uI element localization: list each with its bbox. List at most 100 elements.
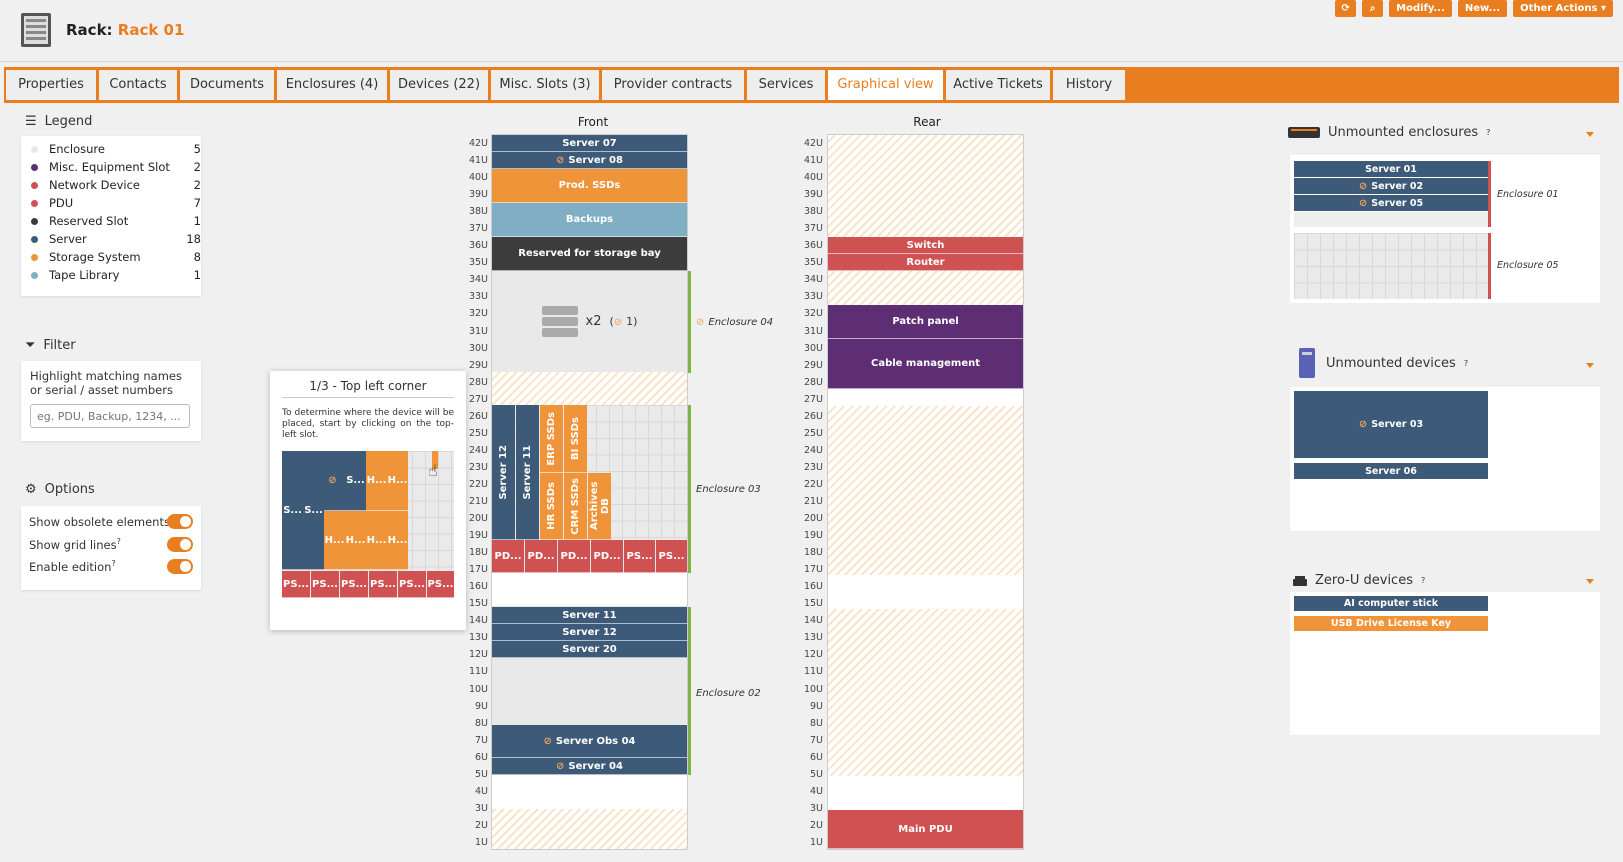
enclosure-04-bar	[688, 271, 691, 373]
tab-history[interactable]: History	[1053, 70, 1125, 100]
device-ai-computer-stick[interactable]: AI computer stick	[1294, 596, 1488, 612]
tab-documents[interactable]: Documents	[180, 70, 274, 100]
preview-label: PS...	[283, 578, 309, 590]
device-server-12a[interactable]: Server 12	[492, 405, 515, 540]
enclosure-04[interactable]: x2 (⊘ 1)	[492, 271, 687, 372]
device-archives-db[interactable]: Archives DB	[588, 473, 611, 540]
legend-header: ☰ Legend	[25, 114, 92, 129]
enclosure-01[interactable]: Server 01 ⊘ Server 02 ⊘ Server 05	[1294, 161, 1488, 227]
device-server-obs-04[interactable]: ⊘ Server Obs 04	[492, 725, 687, 758]
enclosure-03[interactable]: Server 12 Server 11 ERP SSDs BI SSDs HR …	[492, 405, 687, 573]
device-server-20[interactable]: Server 20	[492, 641, 687, 658]
device-pdu[interactable]: PD...	[558, 540, 590, 573]
device-label: Archives DB	[588, 481, 611, 531]
enclosure-05[interactable]	[1294, 233, 1488, 299]
device-pdu[interactable]: PD...	[525, 540, 557, 573]
device-switch[interactable]: Switch	[828, 237, 1023, 254]
device-label: Server 11	[522, 444, 533, 500]
device-server-11[interactable]: Server 11	[492, 607, 687, 624]
refresh-button[interactable]: ⟳	[1335, 0, 1357, 17]
other-actions-button[interactable]: Other Actions ▾	[1513, 0, 1613, 17]
empty-slot[interactable]	[492, 775, 687, 809]
legend-item[interactable]: Storage System 8	[31, 248, 201, 266]
modify-button[interactable]: Modify...	[1389, 0, 1452, 17]
rear-unit-label: 22U	[803, 478, 823, 490]
empty-slot[interactable]	[828, 389, 1023, 406]
eye-slash-icon: ⊘	[543, 735, 552, 747]
device-patch-panel[interactable]: Patch panel	[828, 305, 1023, 339]
legend-item[interactable]: PDU 7	[31, 194, 201, 212]
device-server-06[interactable]: Server 06	[1294, 463, 1488, 480]
legend-item[interactable]: Enclosure 5	[31, 140, 201, 158]
tab-active-tickets[interactable]: Active Tickets	[946, 70, 1050, 100]
obsolete-label: Show obsolete elements?	[29, 514, 174, 529]
edition-label: Enable edition?	[29, 559, 116, 574]
tab-provider-contracts[interactable]: Provider contracts	[602, 70, 744, 100]
device-server-01[interactable]: Server 01	[1294, 161, 1488, 178]
legend-label: Enclosure	[49, 142, 105, 156]
tab-misc-slots[interactable]: Misc. Slots (3)	[491, 70, 599, 100]
device-pdu[interactable]: PD...	[591, 540, 623, 573]
device-server-05[interactable]: ⊘ Server 05	[1294, 195, 1488, 212]
device-server-11a[interactable]: Server 11	[516, 405, 539, 540]
new-button[interactable]: New...	[1457, 0, 1508, 17]
device-server-07[interactable]: Server 07	[492, 135, 687, 152]
device-erp-ssds[interactable]: ERP SSDs	[540, 405, 563, 473]
obsolete-toggle[interactable]	[167, 514, 193, 529]
device-server-12[interactable]: Server 12	[492, 624, 687, 641]
device-cable-management[interactable]: Cable management	[828, 339, 1023, 389]
front-unit-label: 30U	[468, 342, 488, 354]
device-hr-ssds[interactable]: HR SSDs	[540, 473, 563, 540]
device-server-03[interactable]: ⊘ Server 03	[1294, 391, 1488, 459]
preview-label: S...	[304, 504, 323, 516]
front-unit-label: 29U	[468, 359, 488, 371]
legend-item[interactable]: Tape Library 1	[31, 266, 201, 284]
device-pdu[interactable]: PD...	[492, 540, 524, 573]
tab-services[interactable]: Services	[747, 70, 825, 100]
device-server-04[interactable]: ⊘ Server 04	[492, 758, 687, 775]
device-main-pdu[interactable]: Main PDU	[828, 810, 1023, 849]
list-icon: ☰	[25, 114, 37, 129]
chevron-down-icon[interactable]	[1586, 579, 1594, 584]
device-usb-drive-license-key[interactable]: USB Drive License Key	[1294, 616, 1488, 632]
legend-item[interactable]: Reserved Slot 1	[31, 212, 201, 230]
enclosure-02[interactable]: Server 11 Server 12 Server 20 ⊘ Server Ob…	[492, 607, 687, 775]
rear-unit-label: 20U	[803, 513, 823, 525]
legend-title: Legend	[44, 114, 93, 129]
device-crm-ssds[interactable]: CRM SSDs	[564, 473, 587, 540]
search-button[interactable]: ⌕	[1362, 0, 1384, 17]
tab-bar: Properties Contacts Documents Enclosures…	[4, 67, 1619, 103]
tab-devices[interactable]: Devices (22)	[390, 70, 488, 100]
filter-help: Highlight matching names or serial / ass…	[30, 369, 182, 397]
rear-unit-label: 24U	[803, 444, 823, 456]
legend-item[interactable]: Network Device 2	[31, 176, 201, 194]
rear-unit-label: 10U	[803, 683, 823, 695]
zero-u-title: Zero-U devices	[1315, 573, 1413, 588]
empty-slot[interactable]	[492, 573, 687, 607]
filter-input[interactable]	[30, 404, 190, 428]
chevron-down-icon[interactable]	[1586, 132, 1594, 137]
legend-item[interactable]: Misc. Equipment Slot 2	[31, 158, 201, 176]
tab-graphical-view[interactable]: Graphical view	[828, 70, 943, 100]
device-bi-ssds[interactable]: BI SSDs	[564, 405, 587, 473]
grid-toggle[interactable]	[167, 537, 193, 552]
device-prod-ssds[interactable]: Prod. SSDs	[492, 169, 687, 203]
legend-item[interactable]: Server 18	[31, 230, 201, 248]
empty-slot[interactable]	[828, 776, 1023, 810]
tab-contacts[interactable]: Contacts	[99, 70, 177, 100]
device-backups[interactable]: Backups	[492, 203, 687, 237]
rear-unit-label: 26U	[803, 410, 823, 422]
front-unit-label: 6U	[475, 751, 488, 763]
chevron-down-icon[interactable]	[1586, 363, 1594, 368]
device-server-02[interactable]: ⊘ Server 02	[1294, 178, 1488, 195]
device-router[interactable]: Router	[828, 254, 1023, 271]
device-reserved[interactable]: Reserved for storage bay	[492, 237, 687, 271]
tab-enclosures[interactable]: Enclosures (4)	[277, 70, 387, 100]
empty-slot[interactable]	[828, 575, 1023, 609]
tab-properties[interactable]: Properties	[6, 70, 96, 100]
device-ps[interactable]: PS...	[624, 540, 655, 573]
rack-label: Rack:	[66, 21, 113, 39]
edition-toggle[interactable]	[167, 559, 193, 574]
device-server-08[interactable]: ⊘ Server 08	[492, 152, 687, 169]
device-ps[interactable]: PS...	[656, 540, 687, 573]
